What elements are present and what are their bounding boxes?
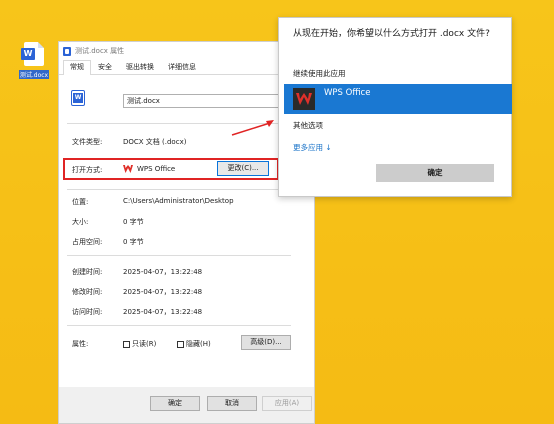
accessed-label: 访问时间: xyxy=(72,308,103,316)
created-label: 创建时间: xyxy=(72,268,103,276)
properties-titlebar: 测试.docx 属性 xyxy=(59,42,314,60)
divider xyxy=(67,325,291,326)
advanced-button[interactable]: 高级(D)... xyxy=(241,335,291,350)
red-arrow-icon xyxy=(231,120,274,136)
open-with-label: 打开方式: xyxy=(72,166,103,174)
size-label: 大小: xyxy=(72,218,89,226)
properties-tabs: 常规 安全 驱出转换 详细信息 xyxy=(59,60,314,75)
word-doc-icon: W xyxy=(71,90,85,106)
file-name-field[interactable]: 测试.docx xyxy=(123,94,290,108)
more-apps-link[interactable]: 更多应用 ↓ xyxy=(293,142,332,153)
modified-value: 2025-04-07，13:22:48 xyxy=(123,288,203,296)
location-label: 位置: xyxy=(72,198,89,206)
keep-using-label: 继续使用此应用 xyxy=(293,69,346,78)
attributes-label: 属性: xyxy=(72,340,89,348)
readonly-label: 只读(R) xyxy=(132,340,157,348)
dialog-ok-button[interactable]: 确定 xyxy=(376,164,494,182)
created-value: 2025-04-07，13:22:48 xyxy=(123,268,203,276)
ok-button[interactable]: 确定 xyxy=(150,396,200,411)
wps-logo-icon xyxy=(123,165,133,173)
open-with-app-name: WPS Office xyxy=(137,165,176,173)
location-value: C:\Users\Administrator\Desktop xyxy=(123,197,234,205)
accessed-value: 2025-04-07，13:22:48 xyxy=(123,308,203,316)
open-with-dialog: 从现在开始，你希望以什么方式打开 .docx 文件? 继续使用此应用 WPS O… xyxy=(278,17,512,197)
checkbox-icon xyxy=(123,340,130,348)
tab-general[interactable]: 常规 xyxy=(63,60,91,75)
size-on-disk-label: 占用空间: xyxy=(72,238,103,246)
cancel-button[interactable]: 取消 xyxy=(207,396,257,411)
other-options-label: 其他选项 xyxy=(293,121,323,130)
app-option-label: WPS Office xyxy=(324,88,371,98)
dialog-title: 从现在开始，你希望以什么方式打开 .docx 文件? xyxy=(293,29,490,39)
properties-footer: 确定 取消 应用(A) xyxy=(59,387,314,423)
desktop-file-label: 测试.docx xyxy=(18,70,50,79)
divider xyxy=(67,255,291,256)
hidden-label: 隐藏(H) xyxy=(186,340,211,348)
wps-app-icon xyxy=(293,88,315,110)
open-with-value: WPS Office xyxy=(123,165,175,173)
tab-security[interactable]: 安全 xyxy=(91,60,119,74)
size-value: 0 字节 xyxy=(123,218,144,226)
properties-window: 测试.docx 属性 常规 安全 驱出转换 详细信息 W 测试.docx 文件类… xyxy=(58,41,315,424)
type-value: DOCX 文档 (.docx) xyxy=(123,138,187,146)
desktop-file-icon[interactable]: W 测试.docx xyxy=(14,42,54,79)
word-doc-icon xyxy=(63,46,71,56)
tab-convert[interactable]: 驱出转换 xyxy=(119,60,161,74)
readonly-checkbox[interactable]: 只读(R) xyxy=(123,339,156,349)
tab-details[interactable]: 详细信息 xyxy=(161,60,203,74)
change-button[interactable]: 更改(C)... xyxy=(217,161,269,176)
apply-button[interactable]: 应用(A) xyxy=(262,396,312,411)
app-option-wps[interactable]: WPS Office xyxy=(284,84,512,114)
properties-title: 测试.docx 属性 xyxy=(75,47,125,55)
hidden-checkbox[interactable]: 隐藏(H) xyxy=(177,339,211,349)
checkbox-icon xyxy=(177,340,184,348)
divider xyxy=(67,189,291,190)
modified-label: 修改时间: xyxy=(72,288,103,296)
word-doc-icon: W xyxy=(21,42,44,66)
type-label: 文件类型: xyxy=(72,138,103,146)
size-on-disk-value: 0 字节 xyxy=(123,238,144,246)
